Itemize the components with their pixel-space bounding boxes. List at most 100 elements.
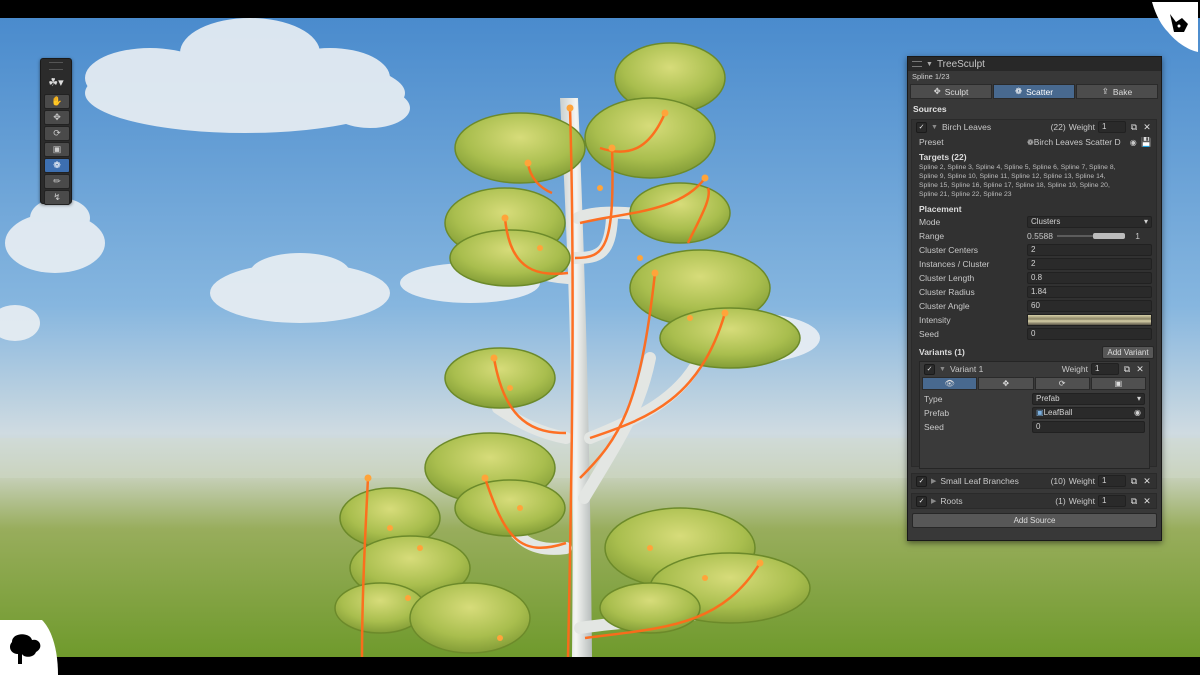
- cluster-angle-field[interactable]: 60: [1027, 300, 1152, 312]
- source-header: ✓ ▶ Roots (1) Weight 1 ⧉ ✕: [912, 494, 1156, 508]
- tab-label: Bake: [1112, 86, 1133, 97]
- preset-field[interactable]: Birch Leaves Scatter D: [1034, 137, 1130, 147]
- prefab-field[interactable]: ▣LeafBall ◉: [1032, 407, 1145, 419]
- type-value: Prefab: [1036, 394, 1060, 403]
- type-row: Type Prefab ▾: [920, 392, 1149, 406]
- weight-label: Weight: [1068, 122, 1095, 132]
- weight-field[interactable]: 1: [1098, 495, 1126, 507]
- rotate-tool-button[interactable]: ⟳: [44, 126, 70, 141]
- weight-label: Weight: [1068, 476, 1095, 486]
- tab-position[interactable]: ✥: [978, 377, 1034, 390]
- seed-label: Seed: [919, 329, 939, 339]
- mode-value: Clusters: [1031, 217, 1061, 226]
- weight-label: Weight: [1061, 364, 1088, 374]
- prefab-row: Prefab ▣LeafBall ◉: [920, 406, 1149, 420]
- letterbox-top: [0, 0, 1200, 18]
- hand-tool-button[interactable]: ✋: [44, 94, 70, 109]
- tab-visibility[interactable]: 👁: [922, 377, 978, 390]
- seed-label: Seed: [924, 422, 944, 432]
- foldout-arrow-icon[interactable]: ▶: [931, 497, 936, 505]
- variant-tool-tabs: 👁 ✥ ⟳ ▣: [922, 377, 1147, 390]
- scale-tool-button[interactable]: ▣: [44, 142, 70, 157]
- scatter-tool-button[interactable]: ❁: [44, 158, 70, 173]
- chevron-down-icon: ▾: [1143, 217, 1148, 226]
- scene-tools-overlay: ☘▾ ✋ ✥ ⟳ ▣ ❁ ✏ ↯: [40, 58, 72, 205]
- slider-range-handle[interactable]: [1093, 233, 1125, 239]
- cluster-angle-row: Cluster Angle 60: [912, 299, 1156, 313]
- panel-header[interactable]: ▼ TreeSculpt: [908, 57, 1161, 71]
- targets-line: Spline 15, Spline 16, Spline 17, Spline …: [919, 182, 1110, 189]
- collapse-arrow-icon[interactable]: ▼: [926, 61, 933, 68]
- close-icon[interactable]: ✕: [1142, 496, 1152, 506]
- cluster-length-field[interactable]: 0.8: [1027, 272, 1152, 284]
- source-enabled-checkbox[interactable]: ✓: [916, 475, 927, 487]
- prefab-cube-icon: ▣: [1036, 408, 1044, 417]
- weight-field[interactable]: 1: [1098, 475, 1126, 487]
- range-slider[interactable]: 0.5588 1: [1027, 231, 1152, 241]
- targets-line: Spline 9, Spline 10, Spline 11, Spline 1…: [919, 173, 1106, 180]
- scatter-icon: ❁: [1027, 137, 1034, 147]
- type-dropdown[interactable]: Prefab ▾: [1032, 393, 1145, 405]
- add-source-button[interactable]: Add Source: [912, 513, 1157, 528]
- source-enabled-checkbox[interactable]: ✓: [916, 121, 927, 133]
- tab-scatter[interactable]: ❁ Scatter: [993, 84, 1075, 99]
- object-picker-icon[interactable]: ◉: [1130, 138, 1137, 147]
- duplicate-icon[interactable]: ⧉: [1129, 496, 1139, 506]
- preset-label: Preset: [919, 137, 944, 147]
- targets-heading: Targets (22): [919, 152, 967, 162]
- letterbox-bottom: [0, 657, 1200, 675]
- source-enabled-checkbox[interactable]: ✓: [916, 495, 927, 507]
- export-icon: ⇪: [1101, 86, 1109, 96]
- range-min-field[interactable]: 0.5588: [1027, 231, 1053, 241]
- tool-mode-dropdown[interactable]: ☘▾: [43, 73, 69, 91]
- mode-row: Mode Clusters ▾: [912, 215, 1156, 229]
- add-variant-button[interactable]: Add Variant: [1102, 345, 1154, 359]
- tab-sculpt[interactable]: ✥ Sculpt: [910, 84, 992, 99]
- chevron-down-icon: ▾: [1136, 394, 1141, 403]
- move-tool-button[interactable]: ✥: [44, 110, 70, 125]
- instances-field[interactable]: 2: [1027, 258, 1152, 270]
- save-icon[interactable]: 💾: [1141, 137, 1152, 148]
- range-max-field[interactable]: 1: [1135, 231, 1140, 241]
- cluster-radius-field[interactable]: 1.84: [1027, 286, 1152, 298]
- cluster-angle-label: Cluster Angle: [919, 301, 970, 311]
- targets-line: Spline 21, Spline 22, Spline 23: [919, 191, 1012, 198]
- scatter-icon: ❁: [53, 160, 61, 170]
- close-icon[interactable]: ✕: [1142, 476, 1152, 486]
- close-icon[interactable]: ✕: [1135, 364, 1145, 374]
- cluster-centers-row: Cluster Centers 2: [912, 243, 1156, 257]
- tab-label: Sculpt: [944, 86, 969, 97]
- foldout-arrow-icon[interactable]: ▼: [939, 366, 946, 373]
- mode-dropdown[interactable]: Clusters ▾: [1027, 216, 1152, 228]
- overlay-grip[interactable]: [49, 62, 63, 70]
- intensity-curve[interactable]: [1027, 314, 1152, 326]
- tab-scale[interactable]: ▣: [1090, 377, 1146, 390]
- duplicate-icon[interactable]: ⧉: [1129, 476, 1139, 486]
- cluster-centers-field[interactable]: 2: [1027, 244, 1152, 256]
- weight-field[interactable]: 1: [1098, 121, 1126, 133]
- variant-seed-field[interactable]: 0: [1032, 421, 1145, 433]
- instances-row: Instances / Cluster 2: [912, 257, 1156, 271]
- source-count: (1): [1055, 496, 1066, 506]
- foldout-arrow-icon[interactable]: ▼: [931, 124, 938, 131]
- brush-tool-button[interactable]: ✏: [44, 174, 70, 189]
- foldout-arrow-icon[interactable]: ▶: [931, 477, 936, 485]
- seed-field[interactable]: 0: [1027, 328, 1152, 340]
- eye-icon: 👁: [944, 379, 955, 388]
- variant-weight-field[interactable]: 1: [1091, 363, 1119, 375]
- panel-grip-icon: [912, 61, 922, 67]
- spline-tool-button[interactable]: ↯: [44, 190, 70, 205]
- tab-rotation[interactable]: ⟳: [1034, 377, 1090, 390]
- duplicate-icon[interactable]: ⧉: [1129, 122, 1139, 132]
- source-name: Small Leaf Branches: [940, 476, 1019, 486]
- tab-bake[interactable]: ⇪ Bake: [1076, 84, 1158, 99]
- close-icon[interactable]: ✕: [1142, 122, 1152, 132]
- object-picker-icon[interactable]: ◉: [1134, 408, 1141, 418]
- cluster-centers-label: Cluster Centers: [919, 245, 979, 255]
- sources-heading: Sources: [913, 104, 947, 114]
- cluster-radius-row: Cluster Radius 1.84: [912, 285, 1156, 299]
- panel-subtitle: Spline 1/23: [912, 72, 950, 81]
- duplicate-icon[interactable]: ⧉: [1122, 364, 1132, 374]
- variant-enabled-checkbox[interactable]: ✓: [924, 363, 935, 375]
- brush-icon: ✏: [53, 176, 61, 186]
